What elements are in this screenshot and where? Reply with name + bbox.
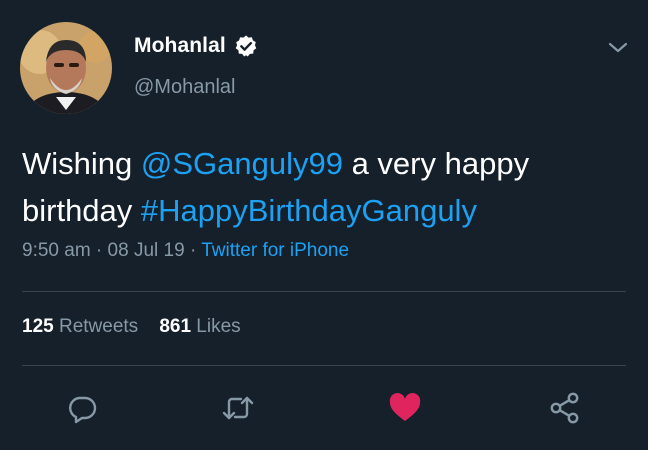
reply-icon	[69, 396, 97, 424]
retweets-stat[interactable]: 125 Retweets	[22, 316, 138, 337]
profile-photo-icon	[20, 22, 112, 114]
meta-separator: ·	[90, 240, 108, 261]
mention-link[interactable]: @SGanguly99	[141, 146, 343, 181]
tweet-source-link[interactable]: Twitter for iPhone	[201, 240, 349, 261]
like-button[interactable]	[385, 388, 425, 428]
tweet-date: 08 Jul 19	[107, 240, 185, 261]
user-handle[interactable]: @Mohanlal	[134, 76, 235, 99]
retweet-icon	[222, 396, 254, 420]
more-options-chevron-icon[interactable]	[606, 36, 630, 60]
tweet-stats: 125 Retweets 861 Likes	[22, 316, 241, 338]
share-icon	[550, 392, 579, 424]
retweet-button[interactable]	[218, 388, 258, 428]
retweets-count: 125	[22, 316, 54, 337]
verified-badge-icon	[234, 34, 258, 58]
share-button[interactable]	[545, 388, 585, 428]
reply-button[interactable]	[62, 388, 102, 428]
tweet-text-before: Wishing	[22, 146, 141, 181]
tweet-text: Wishing @SGanguly99 a very happy birthda…	[22, 140, 622, 234]
divider	[22, 291, 626, 292]
likes-count: 861	[159, 316, 192, 337]
heart-icon	[389, 393, 421, 421]
divider	[22, 365, 626, 366]
retweets-label: Retweets	[58, 316, 139, 337]
tweet-meta: 9:50 am · 08 Jul 19 · Twitter for iPhone	[22, 240, 349, 262]
tweet-actions	[0, 388, 648, 428]
meta-separator: ·	[184, 240, 202, 261]
user-name[interactable]: Mohanlal	[134, 34, 226, 58]
tweet-time: 9:50 am	[22, 240, 91, 261]
likes-stat[interactable]: 861 Likes	[159, 316, 240, 337]
user-name-row[interactable]: Mohanlal	[134, 34, 258, 58]
likes-label: Likes	[196, 316, 241, 337]
avatar[interactable]	[20, 22, 112, 114]
hashtag-link[interactable]: #HappyBirthdayGanguly	[141, 193, 477, 228]
